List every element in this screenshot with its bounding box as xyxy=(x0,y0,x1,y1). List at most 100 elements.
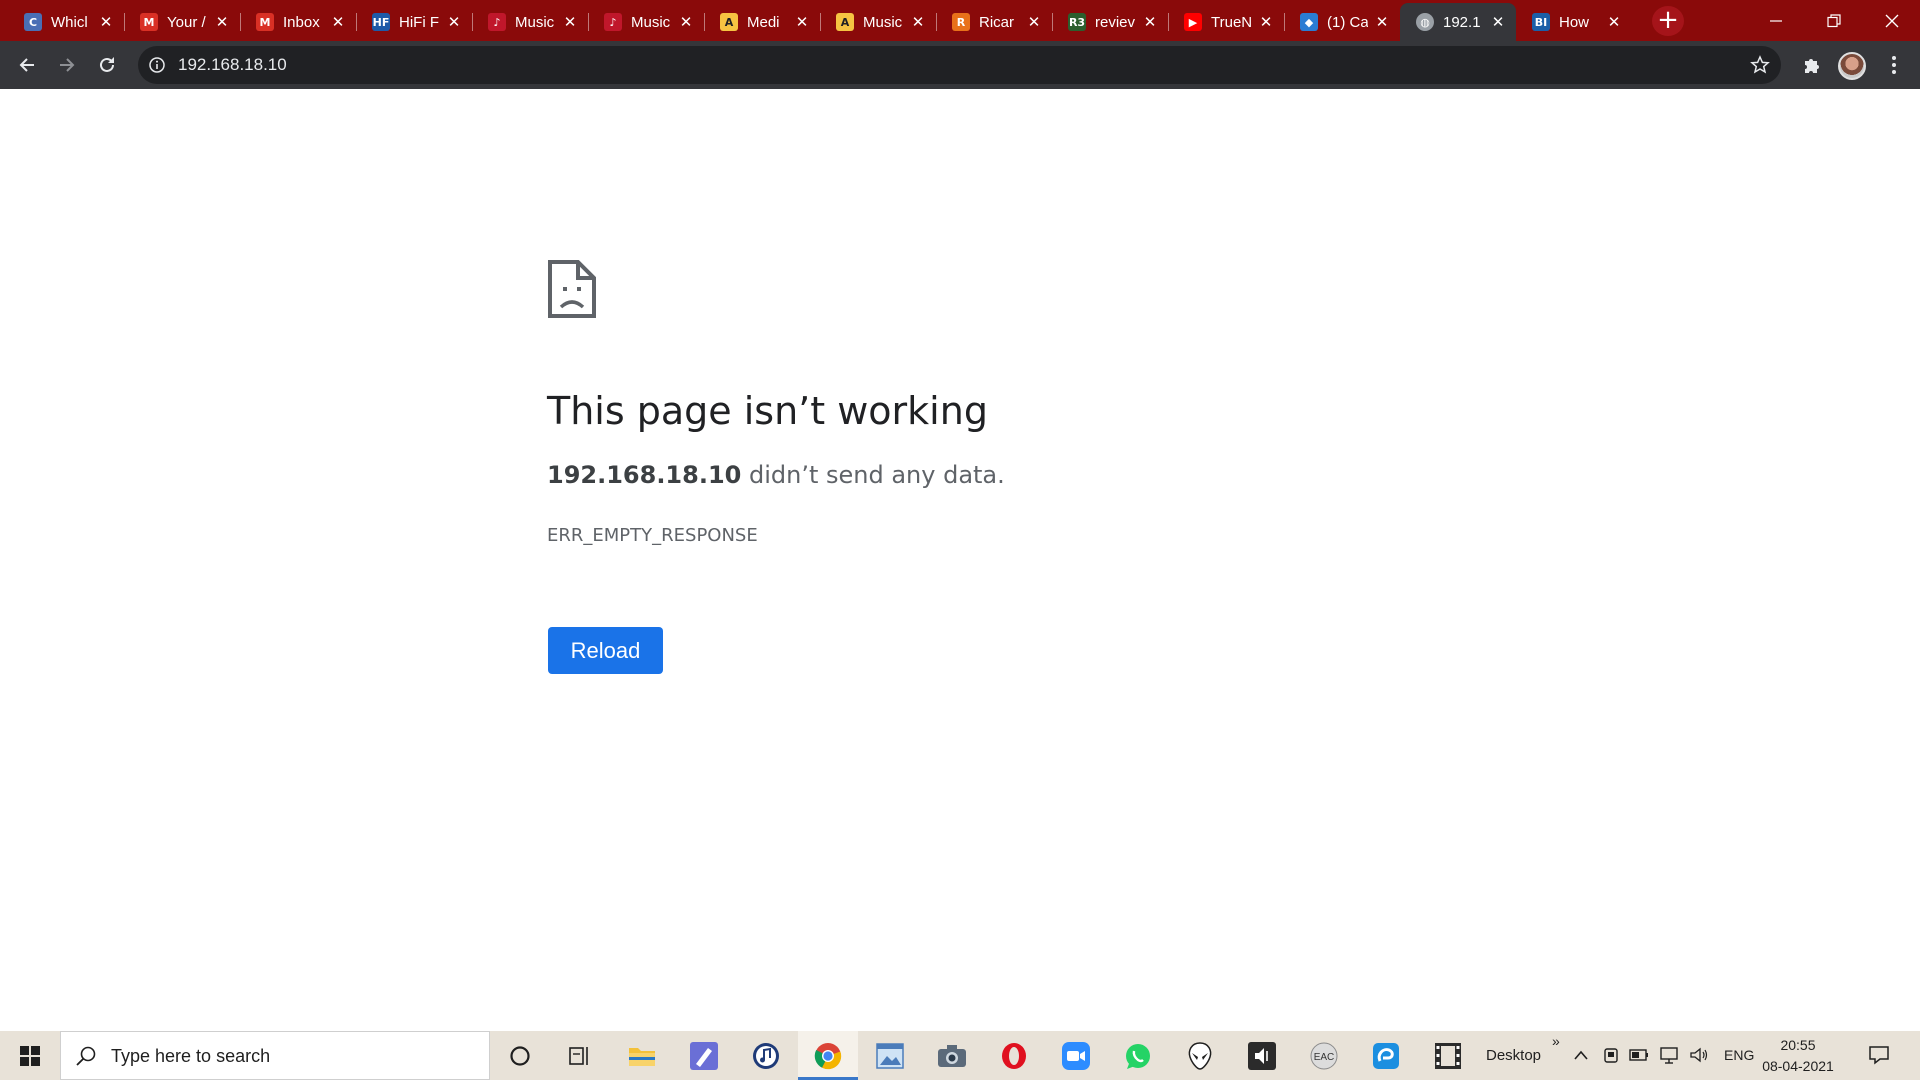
address-bar[interactable]: 192.168.18.10 xyxy=(138,46,1781,84)
camera-app-button[interactable] xyxy=(922,1031,982,1080)
edge-button[interactable] xyxy=(1356,1031,1416,1080)
minimize-button[interactable] xyxy=(1748,0,1804,41)
close-icon xyxy=(1885,14,1899,27)
profile-avatar[interactable] xyxy=(1838,52,1866,80)
tab[interactable]: BI How ✕ xyxy=(1516,3,1632,41)
close-icon[interactable]: ✕ xyxy=(1490,13,1506,31)
desktop-toolbar-label[interactable]: Desktop xyxy=(1486,1031,1541,1080)
tray-app-icon[interactable] xyxy=(1600,1044,1622,1066)
tab-title: 192.1 xyxy=(1443,13,1481,31)
tab-title: reviev xyxy=(1095,13,1136,31)
start-button[interactable] xyxy=(0,1031,60,1080)
page-content: This page isn’t working 192.168.18.10 di… xyxy=(0,89,1920,1031)
bookmark-star-icon[interactable] xyxy=(1749,54,1771,76)
close-icon[interactable]: ✕ xyxy=(330,13,346,31)
file-explorer-button[interactable] xyxy=(612,1031,672,1080)
eac-button[interactable]: EAC xyxy=(1294,1031,1354,1080)
back-button[interactable] xyxy=(11,49,43,81)
close-icon[interactable]: ✕ xyxy=(1142,13,1158,31)
tab[interactable]: R3 reviev ✕ xyxy=(1052,3,1168,41)
a-letter-icon: A xyxy=(836,13,854,31)
cortana-button[interactable] xyxy=(490,1031,550,1080)
close-icon[interactable]: ✕ xyxy=(678,13,694,31)
task-view-button[interactable] xyxy=(550,1031,610,1080)
action-center-button[interactable] xyxy=(1868,1044,1890,1066)
tab[interactable]: R Ricar ✕ xyxy=(936,3,1052,41)
close-icon[interactable]: ✕ xyxy=(794,13,810,31)
tab[interactable]: C Whicl ✕ xyxy=(8,3,124,41)
tab[interactable]: ♪ Music ✕ xyxy=(588,3,704,41)
tab[interactable]: ▶ TrueN ✕ xyxy=(1168,3,1284,41)
close-icon[interactable]: ✕ xyxy=(562,13,578,31)
zoom-button[interactable] xyxy=(1046,1031,1106,1080)
globe-icon: ◍ xyxy=(1416,13,1434,31)
opera-button[interactable] xyxy=(984,1031,1044,1080)
clock[interactable]: 20:55 08-04-2021 xyxy=(1762,1035,1834,1077)
restore-button[interactable] xyxy=(1806,0,1862,41)
a-letter-icon: A xyxy=(720,13,738,31)
close-icon[interactable]: ✕ xyxy=(1374,13,1390,31)
close-icon[interactable]: ✕ xyxy=(214,13,230,31)
cortana-circle-icon xyxy=(510,1045,530,1066)
tab[interactable]: HF HiFi F ✕ xyxy=(356,3,472,41)
tab[interactable]: A Medi ✕ xyxy=(704,3,820,41)
tab[interactable]: ◆ (1) Ca ✕ xyxy=(1284,3,1400,41)
extensions-button[interactable] xyxy=(1796,49,1828,81)
network-tray-icon[interactable] xyxy=(1658,1044,1680,1066)
tab[interactable]: M Inbox ✕ xyxy=(240,3,356,41)
network-monitor-icon xyxy=(1660,1047,1678,1064)
error-code: ERR_EMPTY_RESPONSE xyxy=(547,525,758,546)
tab[interactable]: ◍ 192.1 ✕ xyxy=(1400,3,1516,41)
chrome-taskbar-button[interactable] xyxy=(798,1031,858,1080)
sad-page-icon xyxy=(548,260,596,318)
error-message: didn’t send any data. xyxy=(741,461,1005,489)
puzzle-icon xyxy=(1805,59,1819,73)
volume-tray-icon[interactable] xyxy=(1688,1044,1710,1066)
close-icon[interactable]: ✕ xyxy=(1606,13,1622,31)
pen-app-icon xyxy=(690,1041,718,1070)
forward-button[interactable] xyxy=(51,49,83,81)
new-tab-button[interactable]: + xyxy=(1652,6,1684,36)
url-text[interactable]: 192.168.18.10 xyxy=(178,46,287,84)
battery-tray-icon[interactable] xyxy=(1628,1044,1650,1066)
tab-title: How xyxy=(1559,13,1590,31)
chrome-icon xyxy=(814,1042,842,1069)
tab[interactable]: A Music ✕ xyxy=(820,3,936,41)
close-window-button[interactable] xyxy=(1864,0,1920,41)
error-title: This page isn’t working xyxy=(547,389,988,433)
search-icon xyxy=(76,1046,96,1066)
info-icon[interactable] xyxy=(148,56,166,74)
taskbar-search[interactable]: Type here to search xyxy=(60,1031,490,1080)
tab[interactable]: M Your / ✕ xyxy=(124,3,240,41)
close-icon[interactable]: ✕ xyxy=(1258,13,1274,31)
svg-text:EAC: EAC xyxy=(1314,1052,1335,1063)
whatsapp-icon xyxy=(1126,1043,1150,1069)
windows-taskbar: Type here to search EAC Desktop » ENG 20… xyxy=(0,1031,1920,1080)
tab-title: Music xyxy=(631,13,671,31)
battery-icon xyxy=(1629,1049,1648,1061)
music-app-icon: ♪ xyxy=(604,13,622,31)
image-app-button[interactable] xyxy=(860,1031,920,1080)
language-indicator[interactable]: ENG xyxy=(1724,1031,1754,1080)
close-icon[interactable]: ✕ xyxy=(1026,13,1042,31)
close-icon[interactable]: ✕ xyxy=(910,13,926,31)
app-button-edit[interactable] xyxy=(674,1031,734,1080)
hifi-icon: HF xyxy=(372,13,390,31)
reload-toolbar-button[interactable] xyxy=(91,49,123,81)
music-player-button[interactable] xyxy=(736,1031,796,1080)
toolbar-overflow-icon[interactable]: » xyxy=(1552,1017,1560,1066)
arrow-right-icon xyxy=(60,58,75,72)
alienware-button[interactable] xyxy=(1170,1031,1230,1080)
whatsapp-button[interactable] xyxy=(1108,1031,1168,1080)
video-app-button[interactable] xyxy=(1418,1031,1478,1080)
show-hidden-icons-button[interactable] xyxy=(1570,1044,1592,1066)
reload-button[interactable]: Reload xyxy=(548,627,663,674)
gmail-icon: M xyxy=(256,13,274,31)
tab[interactable]: ♪ Music ✕ xyxy=(472,3,588,41)
close-icon[interactable]: ✕ xyxy=(98,13,114,31)
menu-button[interactable] xyxy=(1878,49,1910,81)
youtube-icon: ▶ xyxy=(1184,13,1202,31)
audio-app-button[interactable] xyxy=(1232,1031,1292,1080)
folder-icon xyxy=(629,1047,655,1066)
close-icon[interactable]: ✕ xyxy=(446,13,462,31)
